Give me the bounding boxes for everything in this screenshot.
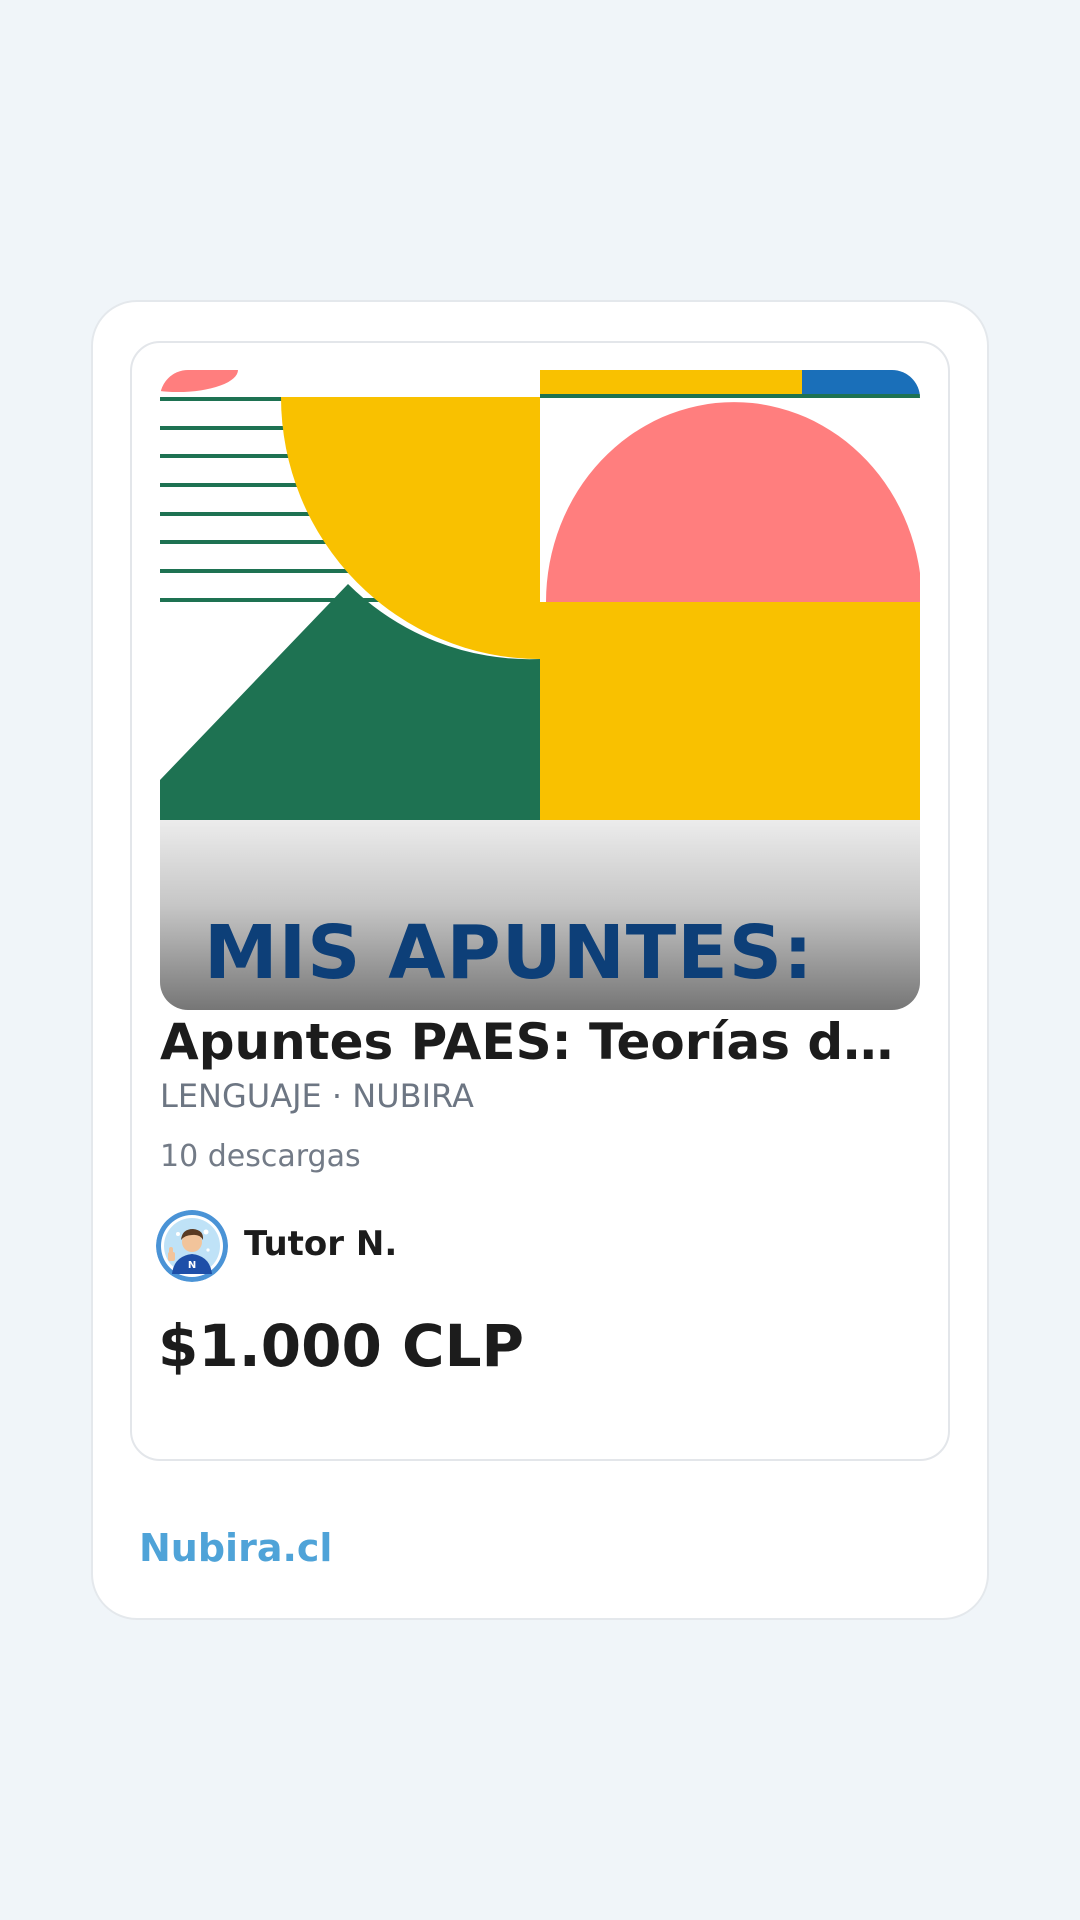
download-count: 10 descargas — [160, 1139, 361, 1174]
author-name[interactable]: Tutor N. — [244, 1222, 397, 1266]
svg-text:N: N — [188, 1260, 196, 1271]
product-price: $1.000 CLP — [158, 1312, 525, 1380]
brand-link[interactable]: Nubira.cl — [139, 1524, 332, 1572]
cover-title-text: MIS APUNTES: — [204, 910, 814, 996]
cover-image[interactable]: MIS APUNTES: — [160, 370, 920, 1010]
product-title[interactable]: Apuntes PAES: Teorías de la... — [160, 1010, 920, 1074]
avatar[interactable]: N — [156, 1210, 228, 1282]
tutor-avatar-icon: N — [156, 1210, 228, 1282]
product-category: LENGUAJE · NUBIRA — [160, 1077, 474, 1115]
